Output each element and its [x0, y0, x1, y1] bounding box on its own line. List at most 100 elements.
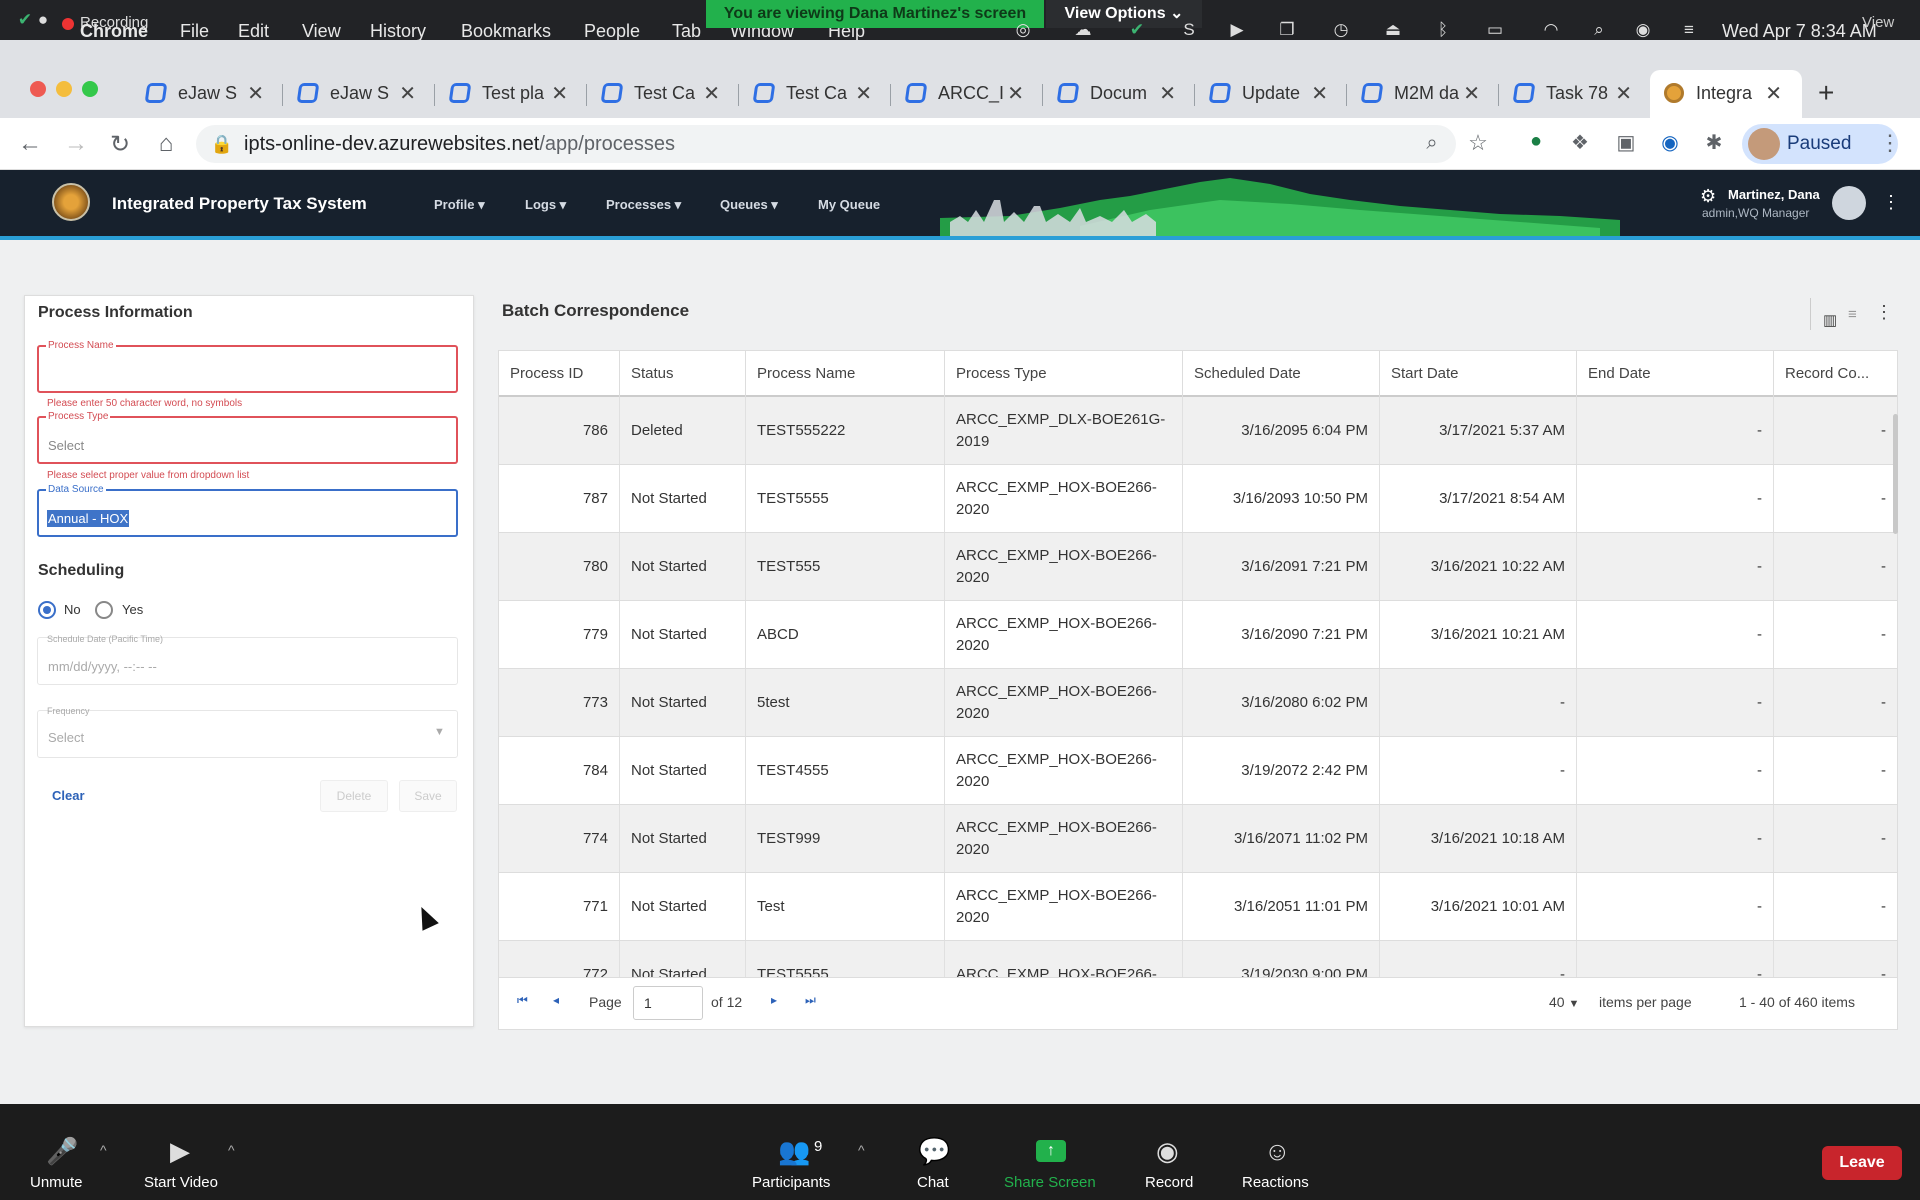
participants-chevron-icon[interactable]: ^ — [858, 1142, 865, 1158]
browser-tab[interactable]: M2M da ✕ — [1360, 72, 1492, 114]
browser-tab[interactable]: eJaw S ✕ — [296, 72, 428, 114]
spotlight-search-icon[interactable]: ⌕ — [1588, 20, 1610, 40]
save-button[interactable]: Save — [399, 780, 457, 812]
reload-icon[interactable]: ↻ — [106, 130, 134, 159]
tab-close-icon[interactable]: ✕ — [1159, 81, 1176, 106]
delete-button[interactable]: Delete — [320, 780, 388, 812]
menu-file[interactable]: File — [180, 21, 209, 42]
browser-tab[interactable]: Task 78 ✕ — [1512, 72, 1644, 114]
tab-close-icon[interactable]: ✕ — [855, 81, 872, 106]
column-header-process-type[interactable]: Process Type — [945, 351, 1183, 397]
forward-arrow-icon[interactable]: → — [62, 130, 90, 158]
participants-icon[interactable]: 👥 — [778, 1136, 810, 1167]
cloud-icon[interactable]: ☁ — [1072, 20, 1094, 40]
table-row[interactable]: 771 Not Started Test ARCC_EXMP_HOX-BOE266-2… — [499, 873, 1897, 941]
table-row[interactable]: 779 Not Started ABCD ARCC_EXMP_HOX-BOE266-2… — [499, 601, 1897, 669]
browser-tab[interactable]: Test Ca ✕ — [752, 72, 884, 114]
user-account-icon[interactable]: ◉ — [1632, 20, 1654, 40]
microphone-muted-icon[interactable]: 🎤 — [46, 1136, 78, 1167]
settings-gear-icon[interactable]: ⚙ — [1700, 186, 1716, 207]
grid-kebab-menu-icon[interactable]: ⋮ — [1875, 302, 1893, 323]
filter-icon[interactable]: ≡ — [1848, 306, 1857, 323]
time-machine-icon[interactable]: ◷ — [1330, 20, 1352, 40]
bookmark-star-icon[interactable]: ☆ — [1464, 130, 1492, 156]
column-header-process-id[interactable]: Process ID — [499, 351, 620, 397]
column-header-scheduled-date[interactable]: Scheduled Date — [1183, 351, 1380, 397]
browser-tab[interactable]: Docum ✕ — [1056, 72, 1188, 114]
wifi-icon[interactable]: ◠ — [1540, 20, 1562, 40]
screens-icon[interactable]: ❐ — [1276, 20, 1298, 40]
zoom-magnifier-icon[interactable]: ⌕ — [1418, 132, 1446, 155]
table-row[interactable]: 784 Not Started TEST4555 ARCC_EXMP_HOX-BOE2… — [499, 737, 1897, 805]
tab-close-icon[interactable]: ✕ — [1463, 81, 1480, 106]
battery-icon[interactable]: ▭ — [1484, 20, 1506, 40]
back-arrow-icon[interactable]: ← — [16, 130, 44, 158]
column-header-start-date[interactable]: Start Date — [1380, 351, 1577, 397]
extension-dropbox-icon[interactable]: ❖ — [1566, 130, 1594, 155]
window-maximize-icon[interactable] — [82, 81, 98, 97]
participants-button[interactable]: Participants — [752, 1174, 830, 1191]
start-video-button[interactable]: Start Video — [144, 1174, 218, 1191]
tab-close-icon[interactable]: ✕ — [1615, 81, 1632, 106]
browser-tab-active[interactable]: Integra ✕ — [1664, 72, 1794, 114]
column-header-record-count[interactable]: Record Co... — [1774, 351, 1897, 397]
county-seal-logo[interactable] — [52, 183, 90, 221]
process-name-field[interactable] — [37, 345, 458, 393]
window-close-icon[interactable] — [30, 81, 46, 97]
menu-datetime[interactable]: Wed Apr 7 8:34 AM — [1722, 21, 1877, 42]
next-page-icon[interactable]: ▸ — [771, 993, 777, 1007]
page-number-input[interactable]: 1 — [633, 986, 703, 1020]
check-status-icon[interactable]: ✔ — [1126, 20, 1148, 40]
column-header-process-name[interactable]: Process Name — [746, 351, 945, 397]
column-chooser-icon[interactable]: ▥ — [1823, 311, 1837, 329]
record-button[interactable]: Record — [1145, 1174, 1193, 1191]
video-off-icon[interactable]: ▶ — [170, 1136, 190, 1167]
tab-close-icon[interactable]: ✕ — [1311, 81, 1328, 106]
browser-tab[interactable]: ARCC_I ✕ — [904, 72, 1036, 114]
tab-close-icon[interactable]: ✕ — [1765, 81, 1782, 106]
window-minimize-icon[interactable] — [56, 81, 72, 97]
record-icon[interactable]: ◉ — [1156, 1136, 1179, 1167]
nav-queues[interactable]: Queues ▾ — [720, 197, 778, 213]
new-tab-plus-icon[interactable]: + — [1818, 72, 1834, 114]
last-page-icon[interactable]: ⏭ — [805, 993, 816, 1008]
nav-profile[interactable]: Profile ▾ — [434, 197, 485, 213]
column-header-end-date[interactable]: End Date — [1577, 351, 1774, 397]
share-screen-icon[interactable]: ↑ — [1036, 1140, 1066, 1162]
table-row[interactable]: 780 Not Started TEST555 ARCC_EXMP_HOX-BOE26… — [499, 533, 1897, 601]
extensions-puzzle-icon[interactable]: ✱ — [1700, 130, 1728, 155]
table-row[interactable]: 772 Not Started TEST5555 ARCC_EXMP_HOX-BOE2… — [499, 941, 1897, 977]
video-options-chevron-icon[interactable]: ^ — [228, 1142, 235, 1158]
tab-close-icon[interactable]: ✕ — [703, 81, 720, 106]
page-size-select[interactable]: 40 ▼ — [1549, 994, 1579, 1010]
menu-people[interactable]: People — [584, 21, 640, 42]
previous-page-icon[interactable]: ◂ — [553, 993, 559, 1007]
schedule-yes-radio[interactable] — [95, 601, 113, 619]
clear-button[interactable]: Clear — [52, 788, 85, 803]
nav-processes[interactable]: Processes ▾ — [606, 197, 681, 213]
apple-icon[interactable]: ● — [32, 10, 54, 30]
tab-close-icon[interactable]: ✕ — [399, 81, 416, 106]
table-row[interactable]: 787 Not Started TEST5555 ARCC_EXMP_HOX-BOE2… — [499, 465, 1897, 533]
play-icon[interactable]: ▶ — [1226, 20, 1248, 40]
app-title[interactable]: Integrated Property Tax System — [112, 194, 367, 214]
app-menu-chrome[interactable]: Chrome — [80, 21, 148, 42]
extension-grammarly-icon[interactable]: ● — [1522, 130, 1550, 153]
chrome-menu-kebab-icon[interactable]: ⋮ — [1876, 130, 1904, 156]
zoom-view-label[interactable]: View — [1862, 14, 1894, 31]
menu-bookmarks[interactable]: Bookmarks — [461, 21, 551, 42]
browser-tab[interactable]: Update ✕ — [1208, 72, 1340, 114]
menu-tab[interactable]: Tab — [672, 21, 701, 42]
control-center-icon[interactable]: ≡ — [1678, 20, 1700, 40]
creative-cloud-icon[interactable]: ◎ — [1012, 20, 1034, 40]
column-header-status[interactable]: Status — [620, 351, 746, 397]
nav-logs[interactable]: Logs ▾ — [525, 197, 566, 213]
table-row[interactable]: 786 Deleted TEST555222 ARCC_EXMP_DLX-BOE261… — [499, 397, 1897, 465]
home-icon[interactable]: ⌂ — [152, 130, 180, 158]
browser-tab[interactable]: Test pla ✕ — [448, 72, 580, 114]
user-avatar-icon[interactable] — [1832, 186, 1866, 220]
reactions-emoji-icon[interactable]: ☺ — [1264, 1136, 1291, 1167]
menu-history[interactable]: History — [370, 21, 426, 42]
reactions-button[interactable]: Reactions — [1242, 1174, 1309, 1191]
first-page-icon[interactable]: ⏮ — [517, 993, 528, 1008]
